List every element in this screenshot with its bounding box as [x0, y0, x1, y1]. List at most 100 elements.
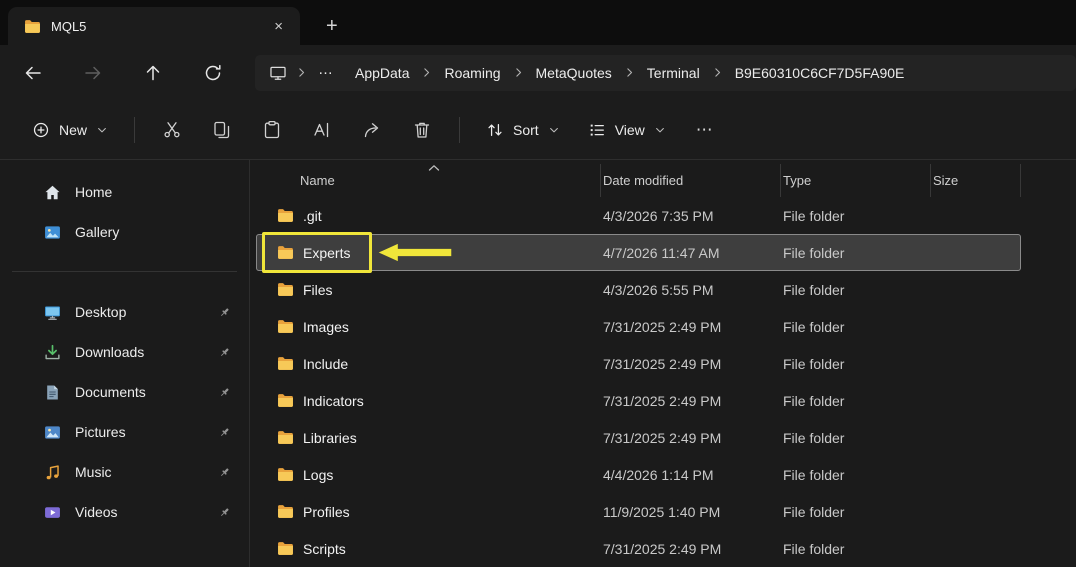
- file-date: 7/31/2025 2:49 PM: [601, 356, 781, 372]
- sort-button[interactable]: Sort: [474, 113, 572, 147]
- sidebar-divider: [12, 271, 237, 272]
- file-type: File folder: [781, 282, 931, 298]
- sidebar-item-documents[interactable]: Documents: [4, 372, 245, 412]
- column-header-size[interactable]: Size: [931, 164, 1021, 197]
- file-type: File folder: [781, 467, 931, 483]
- toolbar-separator: [134, 117, 135, 143]
- column-header-date-modified[interactable]: Date modified: [601, 164, 781, 197]
- plus-circle-icon: [32, 121, 50, 139]
- pin-icon: [218, 426, 231, 439]
- folder-icon: [277, 355, 294, 372]
- file-date: 4/7/2026 11:47 AM: [601, 245, 781, 261]
- column-headers: Name Date modified Type Size: [256, 164, 1021, 197]
- file-name: Include: [303, 356, 348, 372]
- breadcrumb-item-appdata[interactable]: AppData: [344, 60, 420, 86]
- toolbar: New Sort View ⋯: [0, 100, 1076, 160]
- file-type: File folder: [781, 319, 931, 335]
- sidebar-item-home[interactable]: Home: [4, 172, 245, 212]
- copy-button[interactable]: [199, 111, 245, 149]
- file-date: 7/31/2025 2:49 PM: [601, 430, 781, 446]
- more-options-icon: ⋯: [696, 120, 714, 140]
- chevron-right-icon[interactable]: [295, 66, 308, 79]
- file-row-images[interactable]: Images 7/31/2025 2:49 PM File folder: [256, 308, 1021, 345]
- cut-button[interactable]: [149, 111, 195, 149]
- breadcrumb-item-metaquotes[interactable]: MetaQuotes: [525, 60, 623, 86]
- column-header-name[interactable]: Name: [256, 164, 601, 197]
- content-area: Home Gallery Desktop Downloads Documents: [0, 160, 1076, 567]
- sort-button-label: Sort: [513, 122, 539, 138]
- refresh-button[interactable]: [193, 55, 233, 91]
- trash-icon: [412, 120, 432, 140]
- folder-icon: [277, 281, 294, 298]
- back-arrow-icon: [23, 63, 43, 83]
- chevron-right-icon[interactable]: [623, 66, 636, 79]
- pin-icon: [218, 506, 231, 519]
- chevron-right-icon[interactable]: [420, 66, 433, 79]
- file-name: Images: [303, 319, 349, 335]
- sidebar-item-gallery[interactable]: Gallery: [4, 212, 245, 252]
- file-row-include[interactable]: Include 7/31/2025 2:49 PM File folder: [256, 345, 1021, 382]
- address-bar[interactable]: … AppData Roaming MetaQuotes Terminal B9…: [255, 55, 1076, 91]
- more-options-button[interactable]: ⋯: [682, 111, 728, 149]
- new-button-label: New: [59, 122, 87, 138]
- file-row-git[interactable]: .git 4/3/2026 7:35 PM File folder: [256, 197, 1021, 234]
- file-row-files[interactable]: Files 4/3/2026 5:55 PM File folder: [256, 271, 1021, 308]
- close-tab-button[interactable]: ×: [265, 16, 292, 37]
- sidebar-item-desktop[interactable]: Desktop: [4, 292, 245, 332]
- folder-icon: [277, 392, 294, 409]
- toolbar-separator: [459, 117, 460, 143]
- breadcrumb-item-roaming[interactable]: Roaming: [433, 60, 511, 86]
- paste-button[interactable]: [249, 111, 295, 149]
- delete-button[interactable]: [399, 111, 445, 149]
- back-button[interactable]: [13, 55, 53, 91]
- sidebar-item-music[interactable]: Music: [4, 452, 245, 492]
- rename-icon: [312, 120, 332, 140]
- pin-icon: [218, 306, 231, 319]
- file-date: 7/31/2025 2:49 PM: [601, 319, 781, 335]
- rename-button[interactable]: [299, 111, 345, 149]
- new-tab-button[interactable]: +: [314, 7, 350, 45]
- folder-icon: [277, 466, 294, 483]
- home-icon: [44, 184, 61, 201]
- folder-icon: [277, 429, 294, 446]
- refresh-icon: [203, 63, 223, 83]
- file-row-logs[interactable]: Logs 4/4/2026 1:14 PM File folder: [256, 456, 1021, 493]
- breadcrumb-overflow-button[interactable]: …: [308, 59, 344, 86]
- folder-icon: [277, 503, 294, 520]
- file-row-experts[interactable]: Experts 4/7/2026 11:47 AM File folder: [256, 234, 1021, 271]
- forward-button[interactable]: [73, 55, 113, 91]
- copy-icon: [212, 120, 232, 140]
- breadcrumb-this-pc[interactable]: [261, 60, 295, 86]
- videos-icon: [44, 504, 61, 521]
- folder-icon: [277, 540, 294, 557]
- folder-icon: [277, 244, 294, 261]
- view-icon: [588, 121, 606, 139]
- sidebar-item-pictures[interactable]: Pictures: [4, 412, 245, 452]
- breadcrumb-item-terminal[interactable]: Terminal: [636, 60, 711, 86]
- file-type: File folder: [781, 208, 931, 224]
- up-arrow-icon: [143, 63, 163, 83]
- column-header-type[interactable]: Type: [781, 164, 931, 197]
- explorer-tab[interactable]: MQL5 ×: [8, 7, 300, 45]
- file-name: Logs: [303, 467, 333, 483]
- file-name: Indicators: [303, 393, 364, 409]
- folder-icon: [24, 18, 41, 35]
- downloads-icon: [44, 344, 61, 361]
- up-button[interactable]: [133, 55, 173, 91]
- new-button[interactable]: New: [20, 113, 120, 147]
- folder-icon: [277, 207, 294, 224]
- file-type: File folder: [781, 356, 931, 372]
- share-button[interactable]: [349, 111, 395, 149]
- breadcrumb-item-terminal-id[interactable]: B9E60310C6CF7D5FA90E: [724, 60, 916, 86]
- chevron-right-icon[interactable]: [711, 66, 724, 79]
- view-button[interactable]: View: [576, 113, 678, 147]
- file-row-profiles[interactable]: Profiles 11/9/2025 1:40 PM File folder: [256, 493, 1021, 530]
- sidebar-item-videos[interactable]: Videos: [4, 492, 245, 532]
- sidebar-item-downloads[interactable]: Downloads: [4, 332, 245, 372]
- chevron-right-icon[interactable]: [512, 66, 525, 79]
- file-row-scripts[interactable]: Scripts 7/31/2025 2:49 PM File folder: [256, 530, 1021, 567]
- gallery-icon: [44, 224, 61, 241]
- file-row-indicators[interactable]: Indicators 7/31/2025 2:49 PM File folder: [256, 382, 1021, 419]
- music-icon: [44, 464, 61, 481]
- file-row-libraries[interactable]: Libraries 7/31/2025 2:49 PM File folder: [256, 419, 1021, 456]
